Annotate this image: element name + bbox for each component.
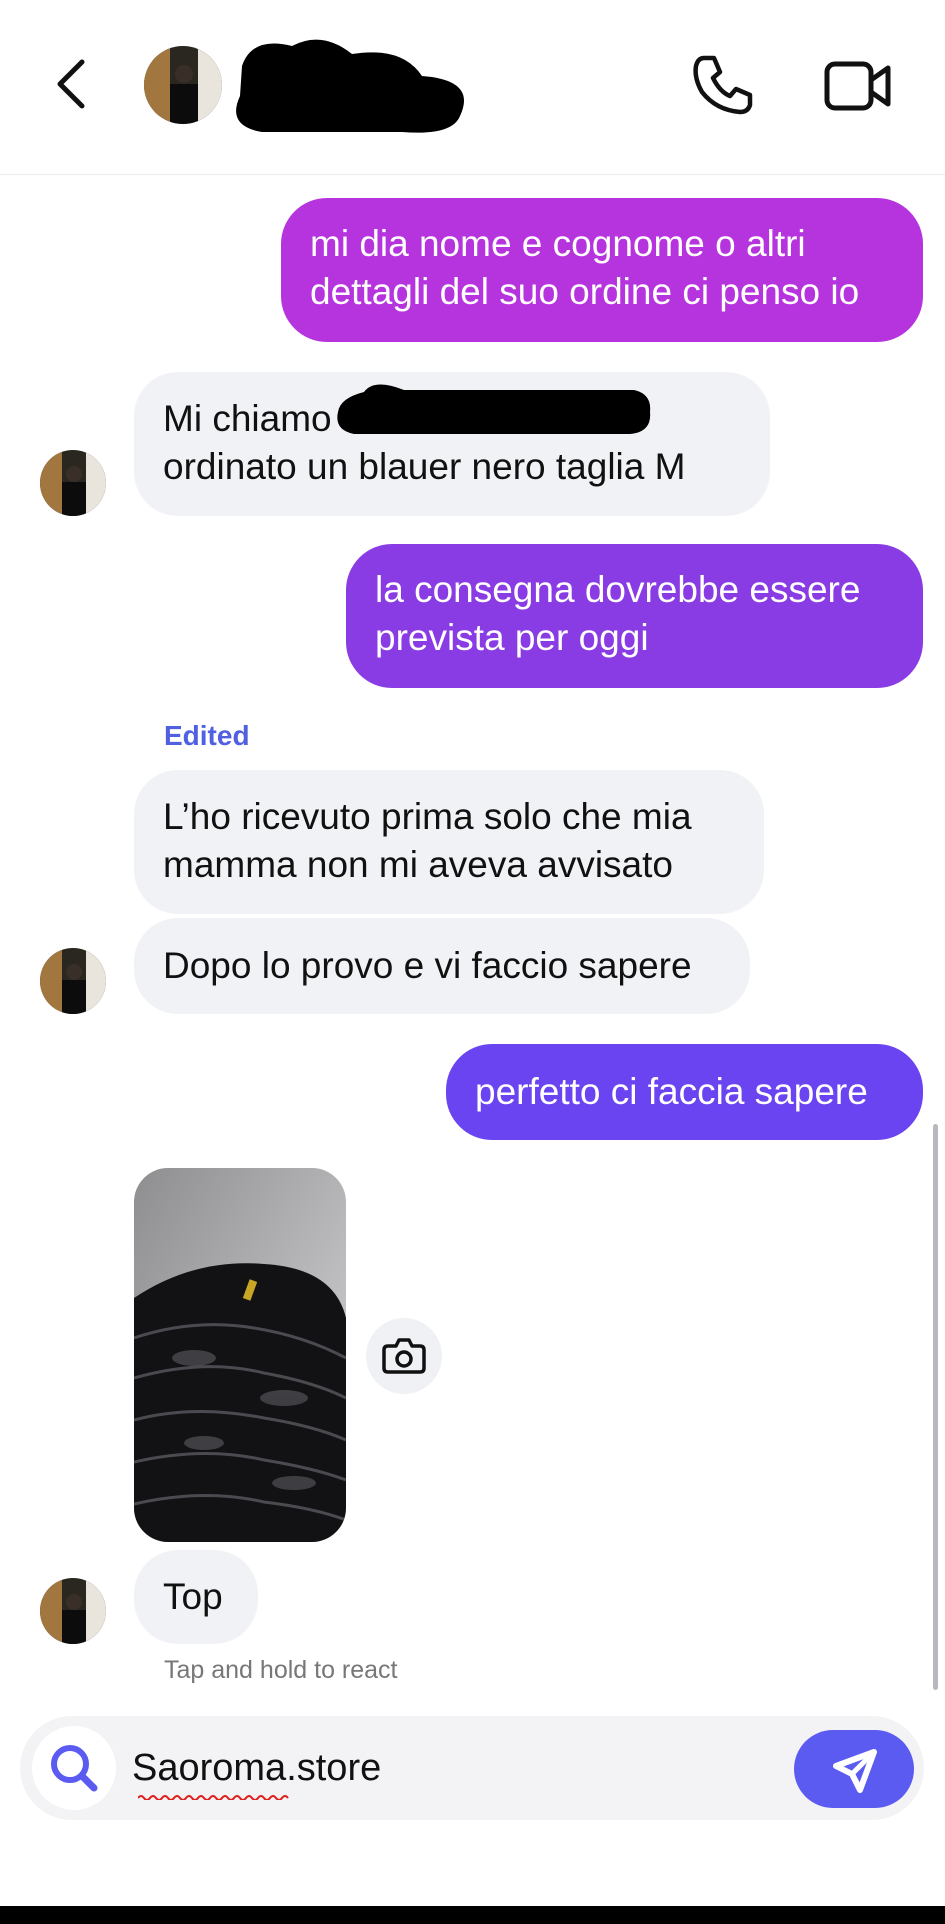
reaction-hint: Tap and hold to react <box>164 1656 398 1684</box>
voice-call-button[interactable] <box>690 52 756 118</box>
send-button[interactable] <box>794 1730 914 1808</box>
phone-icon <box>693 55 753 115</box>
video-camera-icon <box>824 61 891 111</box>
chevron-left-icon <box>57 59 85 109</box>
video-call-button[interactable] <box>824 56 892 116</box>
camera-icon <box>382 1338 426 1374</box>
search-button[interactable] <box>32 1726 116 1810</box>
sender-avatar[interactable] <box>40 948 106 1014</box>
outgoing-message[interactable]: perfetto ci faccia sapere <box>446 1044 923 1140</box>
camera-button[interactable] <box>366 1318 442 1394</box>
spellcheck-underline <box>138 1795 289 1800</box>
incoming-message[interactable]: Dopo lo provo e vi faccio sapere <box>134 918 750 1014</box>
back-button[interactable] <box>52 54 98 114</box>
bottom-edge <box>0 1906 945 1924</box>
sender-avatar[interactable] <box>40 450 106 516</box>
send-icon <box>833 1749 877 1793</box>
incoming-message[interactable]: L’ho ricevuto prima solo che mia mamma n… <box>134 770 764 914</box>
contact-name-redacted <box>232 36 472 136</box>
search-icon <box>51 1745 98 1792</box>
scrollbar[interactable] <box>933 1124 938 1690</box>
edited-label: Edited <box>164 720 250 751</box>
message-composer <box>20 1716 924 1820</box>
outgoing-message[interactable]: la consegna dovrebbe essere prevista per… <box>346 544 923 688</box>
photo-message[interactable] <box>134 1168 346 1542</box>
redaction-mark <box>334 382 652 440</box>
outgoing-message[interactable]: mi dia nome e cognome o altri dettagli d… <box>281 198 923 342</box>
incoming-message[interactable]: Top <box>134 1550 258 1644</box>
message-input[interactable] <box>132 1734 792 1802</box>
sender-avatar[interactable] <box>40 1578 106 1644</box>
contact-avatar[interactable] <box>144 46 222 124</box>
chat-header <box>0 0 945 175</box>
